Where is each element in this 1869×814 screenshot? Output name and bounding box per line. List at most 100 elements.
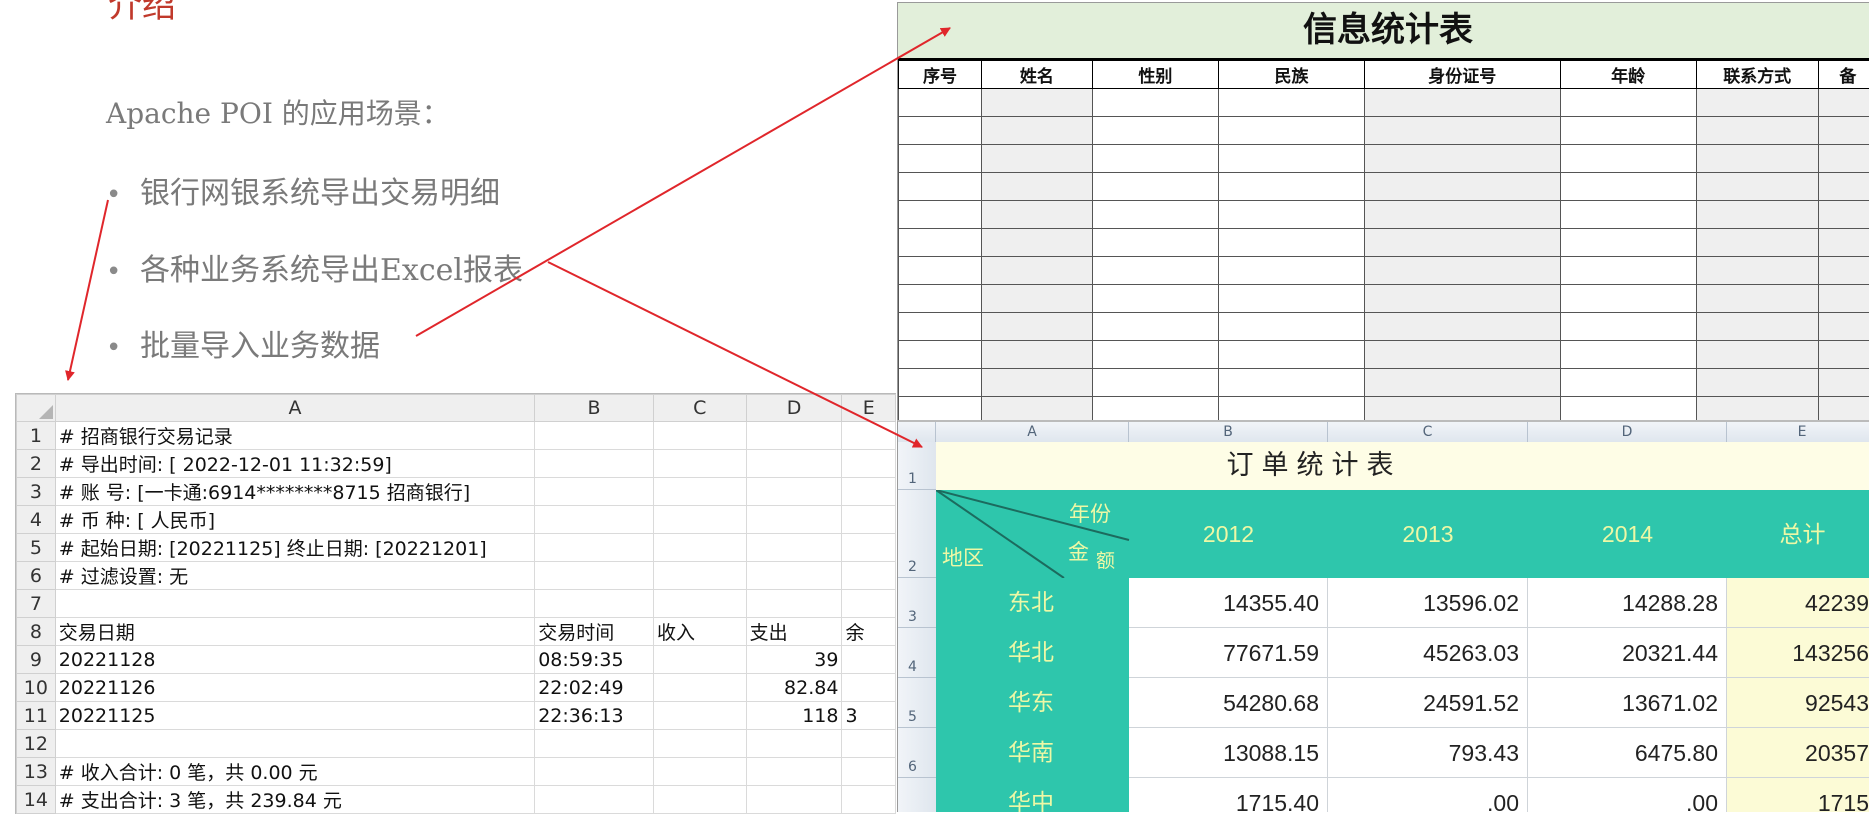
cell[interactable]: # 支出合计: 3 笔，共 239.84 元 xyxy=(55,786,534,814)
cell[interactable]: # 导出时间: [ 2022-12-01 11:32:59] xyxy=(55,450,534,478)
cell[interactable] xyxy=(1560,257,1696,285)
cell[interactable] xyxy=(842,562,896,590)
column-header[interactable]: B xyxy=(535,395,654,422)
cell[interactable] xyxy=(982,369,1093,397)
cell[interactable]: 22:02:49 xyxy=(535,674,654,702)
cell[interactable] xyxy=(899,173,982,201)
cell[interactable] xyxy=(746,422,842,450)
cell[interactable] xyxy=(1818,369,1869,397)
row-header[interactable]: 1 xyxy=(17,422,56,450)
cell[interactable] xyxy=(1696,201,1818,229)
cell[interactable] xyxy=(899,397,982,423)
cell[interactable] xyxy=(535,758,654,786)
cell[interactable] xyxy=(1696,369,1818,397)
cell[interactable] xyxy=(1560,89,1696,117)
cell[interactable] xyxy=(982,257,1093,285)
cell[interactable] xyxy=(535,422,654,450)
value-cell[interactable]: 14288.28 xyxy=(1528,578,1727,628)
row-header[interactable]: 6 xyxy=(17,562,56,590)
header-cell[interactable]: 联系方式 xyxy=(1696,61,1818,89)
cell[interactable]: 20221128 xyxy=(55,646,534,674)
total-cell[interactable]: 143256 xyxy=(1727,628,1869,678)
cell[interactable] xyxy=(899,229,982,257)
cell[interactable] xyxy=(1218,89,1364,117)
cell[interactable] xyxy=(842,450,896,478)
cell[interactable] xyxy=(1560,313,1696,341)
column-header[interactable]: E xyxy=(1727,422,1869,442)
cell[interactable] xyxy=(899,341,982,369)
cell[interactable] xyxy=(1364,229,1560,257)
cell[interactable] xyxy=(535,590,654,618)
cell[interactable] xyxy=(1092,369,1218,397)
cell[interactable] xyxy=(653,506,746,534)
cell[interactable] xyxy=(1818,341,1869,369)
cell[interactable] xyxy=(746,786,842,814)
column-header[interactable]: D xyxy=(746,395,842,422)
cell[interactable] xyxy=(982,397,1093,423)
cell[interactable] xyxy=(899,257,982,285)
column-header[interactable]: E xyxy=(842,395,896,422)
cell[interactable] xyxy=(746,478,842,506)
cell[interactable]: 3 xyxy=(842,702,896,730)
cell[interactable]: 118 xyxy=(746,702,842,730)
region-cell[interactable]: 华南 xyxy=(936,728,1129,778)
cell[interactable] xyxy=(1364,369,1560,397)
header-cell[interactable]: 备 xyxy=(1818,61,1869,89)
cell[interactable] xyxy=(1218,397,1364,423)
column-header[interactable]: D xyxy=(1528,422,1727,442)
cell[interactable] xyxy=(1092,229,1218,257)
cell[interactable] xyxy=(653,730,746,758)
row-header[interactable]: 4 xyxy=(17,506,56,534)
cell[interactable] xyxy=(1818,313,1869,341)
header-cell[interactable]: 姓名 xyxy=(982,61,1093,89)
cell[interactable]: 39 xyxy=(746,646,842,674)
cell[interactable] xyxy=(982,201,1093,229)
cell[interactable] xyxy=(1092,341,1218,369)
cell[interactable]: # 起始日期: [20221125] 终止日期: [20221201] xyxy=(55,534,534,562)
cell[interactable] xyxy=(746,562,842,590)
cell[interactable] xyxy=(1560,229,1696,257)
region-cell[interactable]: 华东 xyxy=(936,678,1129,728)
row-header[interactable]: 3 xyxy=(17,478,56,506)
cell[interactable] xyxy=(1092,173,1218,201)
cell[interactable] xyxy=(1696,173,1818,201)
cell[interactable] xyxy=(1818,117,1869,145)
cell[interactable] xyxy=(1696,313,1818,341)
cell[interactable] xyxy=(982,117,1093,145)
row-header[interactable]: 3 xyxy=(898,578,936,628)
cell[interactable] xyxy=(982,229,1093,257)
cell[interactable]: 20221125 xyxy=(55,702,534,730)
cell[interactable] xyxy=(1818,285,1869,313)
cell[interactable] xyxy=(1218,229,1364,257)
column-header[interactable]: B xyxy=(1129,422,1328,442)
cell[interactable] xyxy=(55,730,534,758)
select-all-corner[interactable] xyxy=(898,422,936,442)
row-header[interactable]: 2 xyxy=(898,490,936,578)
value-cell[interactable]: 6475.80 xyxy=(1528,728,1727,778)
cell[interactable] xyxy=(1560,173,1696,201)
total-cell[interactable]: 1715 xyxy=(1727,778,1869,812)
cell[interactable] xyxy=(1092,201,1218,229)
cell[interactable] xyxy=(535,450,654,478)
value-cell[interactable]: 13671.02 xyxy=(1528,678,1727,728)
cell[interactable] xyxy=(982,145,1093,173)
cell[interactable]: 20221126 xyxy=(55,674,534,702)
row-header[interactable]: 8 xyxy=(17,618,56,646)
value-cell[interactable]: 1715.40 xyxy=(1129,778,1328,812)
cell[interactable] xyxy=(842,534,896,562)
cell[interactable] xyxy=(1560,285,1696,313)
cell[interactable]: # 收入合计: 0 笔，共 0.00 元 xyxy=(55,758,534,786)
cell[interactable] xyxy=(1818,145,1869,173)
value-cell[interactable]: 45263.03 xyxy=(1328,628,1528,678)
cell[interactable]: 支出 xyxy=(746,618,842,646)
cell[interactable] xyxy=(899,201,982,229)
cell[interactable] xyxy=(746,450,842,478)
row-header[interactable]: 12 xyxy=(17,730,56,758)
cell[interactable] xyxy=(1218,173,1364,201)
cell[interactable] xyxy=(899,145,982,173)
cell[interactable] xyxy=(1364,173,1560,201)
value-cell[interactable]: 54280.68 xyxy=(1129,678,1328,728)
value-cell[interactable]: 13088.15 xyxy=(1129,728,1328,778)
cell[interactable] xyxy=(842,786,896,814)
header-cell[interactable]: 性别 xyxy=(1092,61,1218,89)
